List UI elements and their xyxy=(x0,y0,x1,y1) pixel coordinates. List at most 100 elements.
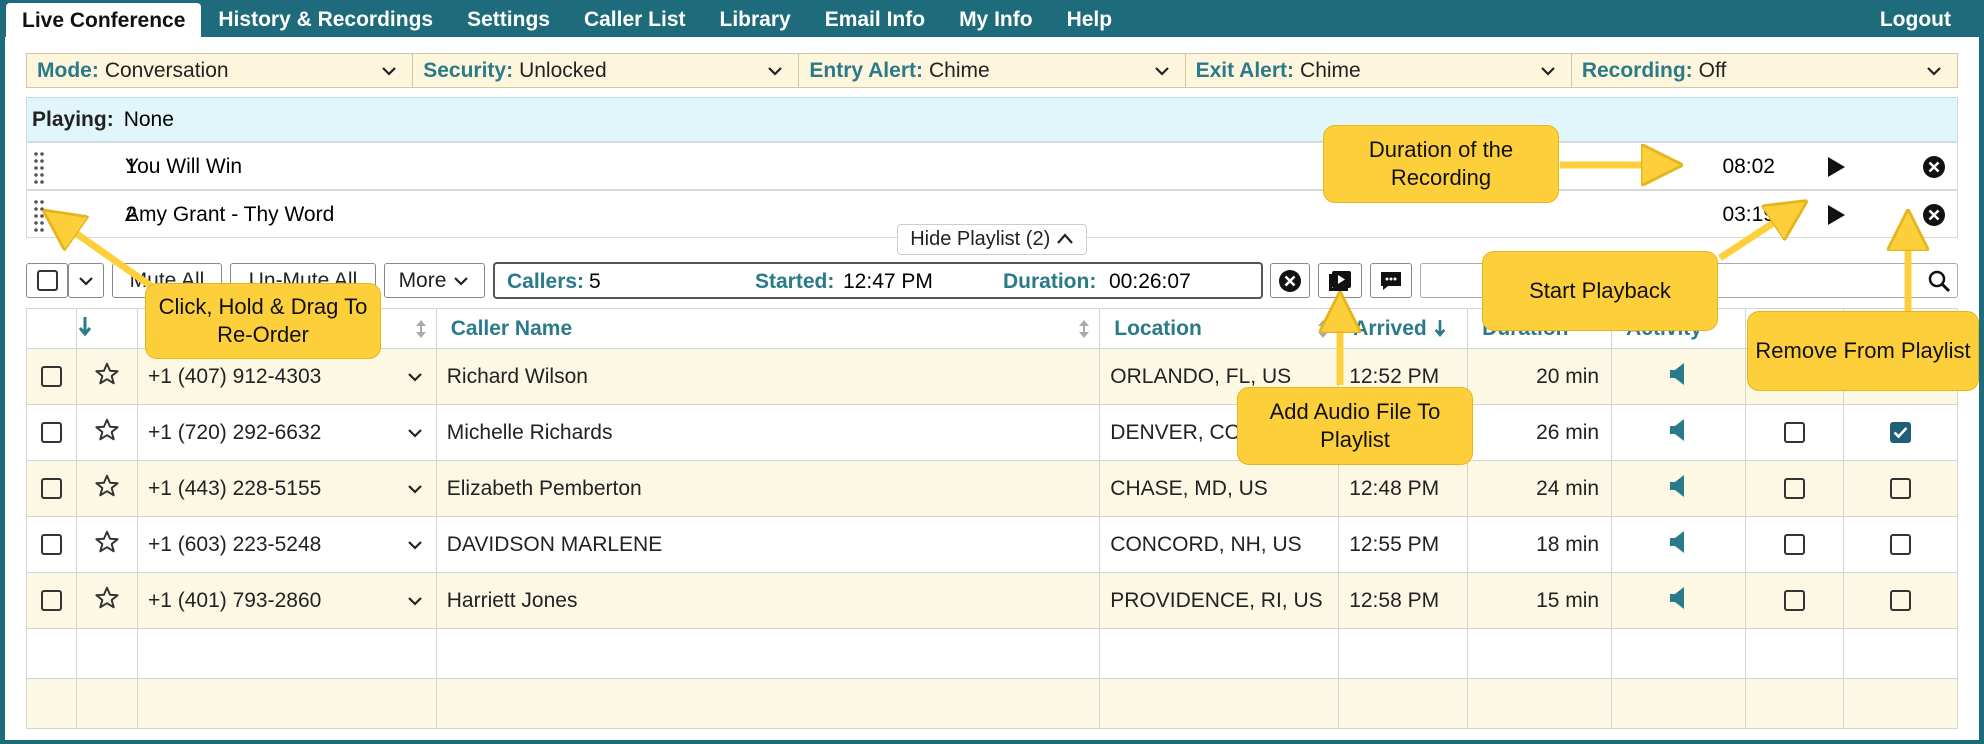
option-checkbox[interactable] xyxy=(1784,422,1806,444)
speaker-icon[interactable] xyxy=(1668,361,1690,387)
option-checkbox[interactable] xyxy=(1784,478,1806,500)
header-arrived[interactable]: Arrived xyxy=(1338,308,1469,349)
flag-checkbox-cell[interactable] xyxy=(1843,572,1958,629)
activity-cell[interactable] xyxy=(1611,516,1747,573)
row-select-cell[interactable] xyxy=(26,516,77,573)
phone-cell[interactable]: +1 (443) 228-5155 xyxy=(136,460,437,517)
playlist-item-title: You Will Win xyxy=(125,155,243,178)
option-checkbox[interactable] xyxy=(1784,534,1806,556)
entry-alert-select[interactable]: Entry Alert: Chime xyxy=(799,54,1186,87)
option-checkbox-cell[interactable] xyxy=(1745,404,1844,461)
hide-playlist-button[interactable]: Hide Playlist (2) xyxy=(897,224,1087,255)
table-row[interactable]: +1 (443) 228-5155 Elizabeth Pemberton CHAS… xyxy=(26,460,1958,517)
tab-library[interactable]: Library xyxy=(703,0,808,37)
speaker-icon[interactable] xyxy=(1668,529,1690,555)
phone-cell[interactable]: +1 (720) 292-6632 xyxy=(136,404,437,461)
tab-settings[interactable]: Settings xyxy=(450,0,567,37)
row-checkbox[interactable] xyxy=(40,534,62,556)
favorite-cell[interactable] xyxy=(75,516,138,573)
row-checkbox[interactable] xyxy=(40,590,62,612)
speaker-icon[interactable] xyxy=(1668,417,1690,443)
chevron-down-icon[interactable] xyxy=(406,424,424,442)
phone-cell[interactable]: +1 (401) 793-2860 xyxy=(136,572,437,629)
header-caller-name[interactable]: Caller Name xyxy=(435,308,1101,349)
tab-live-conference[interactable]: Live Conference xyxy=(6,3,202,37)
select-all-checkbox[interactable] xyxy=(26,263,68,298)
table-row[interactable]: +1 (603) 223-5248 DAVIDSON MARLENE CONCORD… xyxy=(26,516,1958,573)
star-icon[interactable] xyxy=(94,361,120,387)
activity-cell[interactable] xyxy=(1611,572,1747,629)
option-checkbox-cell[interactable] xyxy=(1745,516,1844,573)
star-icon[interactable] xyxy=(94,585,120,611)
star-icon[interactable] xyxy=(94,473,120,499)
flag-checkbox[interactable] xyxy=(1890,534,1911,556)
chevron-down-icon xyxy=(382,67,396,76)
tab-my-info[interactable]: My Info xyxy=(942,0,1050,37)
activity-cell[interactable] xyxy=(1611,404,1747,461)
speaker-icon[interactable] xyxy=(1668,473,1690,499)
play-icon[interactable] xyxy=(1825,155,1847,179)
conference-status-box: Callers: 5 Started: 12:47 PM Duration: 0… xyxy=(493,262,1263,299)
chevron-down-icon[interactable] xyxy=(406,536,424,554)
row-select-cell[interactable] xyxy=(26,572,77,629)
flag-checkbox-cell[interactable] xyxy=(1843,516,1958,573)
option-checkbox-cell[interactable] xyxy=(1745,572,1844,629)
row-select-cell[interactable] xyxy=(26,404,77,461)
checked-checkbox[interactable] xyxy=(1890,422,1911,444)
table-row[interactable]: +1 (720) 292-6632 Michelle Richards DENVER… xyxy=(26,404,1958,461)
logout-link[interactable]: Logout xyxy=(1863,0,1968,37)
add-audio-file-button[interactable] xyxy=(1318,263,1362,298)
activity-cell[interactable] xyxy=(1611,348,1747,405)
favorite-cell[interactable] xyxy=(75,404,138,461)
chevron-down-icon[interactable] xyxy=(406,592,424,610)
play-icon[interactable] xyxy=(1825,203,1847,227)
tab-caller-list[interactable]: Caller List xyxy=(567,0,703,37)
table-row[interactable]: +1 (401) 793-2860 Harriett Jones PROVIDENC… xyxy=(26,572,1958,629)
favorite-cell[interactable] xyxy=(75,572,138,629)
row-checkbox[interactable] xyxy=(40,478,62,500)
row-checkbox[interactable] xyxy=(40,422,62,444)
header-favorite[interactable] xyxy=(75,308,138,349)
recording-select[interactable]: Recording: Off xyxy=(1572,54,1957,87)
entry-alert-label: Entry Alert: xyxy=(809,58,923,82)
row-select-cell[interactable] xyxy=(26,460,77,517)
mode-select[interactable]: Mode: Conversation xyxy=(27,54,414,87)
row-select-cell[interactable] xyxy=(26,348,77,405)
header-location[interactable]: Location xyxy=(1099,308,1340,349)
tab-email-info[interactable]: Email Info xyxy=(808,0,942,37)
option-checkbox[interactable] xyxy=(1784,590,1806,612)
star-icon[interactable] xyxy=(94,417,120,443)
flag-checkbox-cell[interactable] xyxy=(1843,460,1958,517)
favorite-cell[interactable] xyxy=(75,460,138,517)
favorite-cell[interactable] xyxy=(75,348,138,405)
remove-circle-icon[interactable] xyxy=(1922,155,1946,179)
security-select[interactable]: Security: Unlocked xyxy=(413,54,800,87)
flag-checkbox[interactable] xyxy=(1890,478,1911,500)
exit-alert-select[interactable]: Exit Alert: Chime xyxy=(1186,54,1572,87)
tab-history-recordings[interactable]: History & Recordings xyxy=(201,0,450,37)
drag-handle-icon[interactable] xyxy=(33,150,45,184)
flag-checkbox[interactable] xyxy=(1890,590,1911,612)
end-conference-button[interactable] xyxy=(1270,263,1310,298)
remove-circle-icon[interactable] xyxy=(1922,203,1946,227)
chevron-down-icon[interactable] xyxy=(406,480,424,498)
drag-handle-icon[interactable] xyxy=(33,198,45,232)
callers-label: Callers: xyxy=(507,270,585,293)
started-time: 12:47 PM xyxy=(843,270,933,293)
star-icon[interactable] xyxy=(94,529,120,555)
select-options-dropdown[interactable] xyxy=(68,263,104,298)
phone-cell[interactable]: +1 (603) 223-5248 xyxy=(136,516,437,573)
more-dropdown[interactable]: More xyxy=(384,263,485,298)
caller-name: Michelle Richards xyxy=(446,420,613,444)
flag-checkbox-cell[interactable] xyxy=(1843,404,1958,461)
chevron-down-icon xyxy=(1541,67,1555,76)
speaker-icon[interactable] xyxy=(1668,585,1690,611)
chat-button[interactable] xyxy=(1370,263,1412,298)
option-checkbox-cell[interactable] xyxy=(1745,460,1844,517)
caller-location: PROVIDENCE, RI, US xyxy=(1110,588,1323,612)
activity-cell[interactable] xyxy=(1611,460,1747,517)
callout-duration: Duration of the Recording xyxy=(1323,125,1559,203)
chevron-down-icon[interactable] xyxy=(406,368,424,386)
row-checkbox[interactable] xyxy=(40,366,62,388)
tab-help[interactable]: Help xyxy=(1050,0,1130,37)
